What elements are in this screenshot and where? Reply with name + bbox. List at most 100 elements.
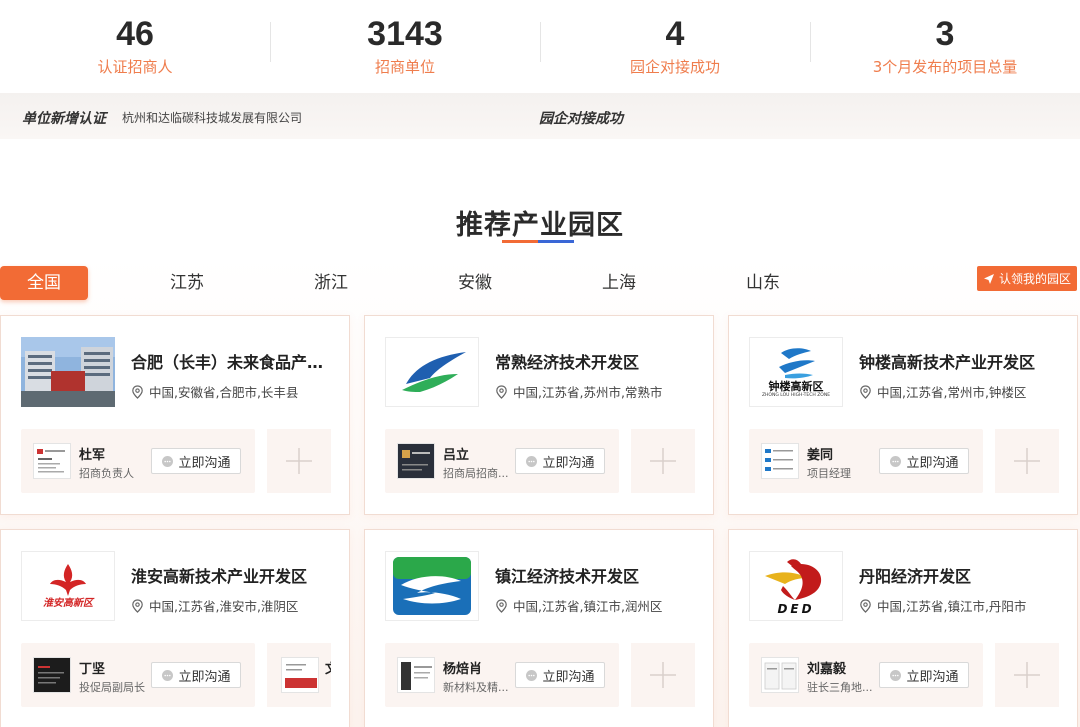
tab-jiangsu[interactable]: 江苏 [143, 266, 231, 300]
plus-icon [650, 448, 676, 474]
chat-bubble-icon [890, 455, 902, 467]
tab-national[interactable]: 全国 [0, 266, 88, 300]
park-location-text: 中国,安徽省,合肥市,长丰县 [149, 385, 299, 400]
claim-park-button[interactable]: 认领我的园区 [977, 266, 1077, 291]
park-name[interactable]: 合肥（长丰）未来食品产业园 [131, 349, 336, 373]
stat-certified-investors: 46 认证招商人 [0, 0, 270, 93]
chat-now-button[interactable]: 立即沟通 [515, 448, 605, 474]
business-card-thumbnail [761, 443, 799, 479]
changshu-logo-icon [402, 352, 466, 392]
chat-now-button[interactable]: 立即沟通 [515, 662, 605, 688]
claim-park-label: 认领我的园区 [998, 272, 1071, 286]
tab-shandong[interactable]: 山东 [719, 266, 807, 300]
plus-icon [650, 662, 676, 688]
park-location-text: 中国,江苏省,常州市,钟楼区 [877, 385, 1027, 400]
title-underline [502, 240, 574, 243]
park-logo: 钟楼高新区 ZHONG LOU HIGH-TECH ZONE [749, 337, 843, 407]
add-contact-button[interactable] [631, 643, 695, 707]
chat-now-label: 立即沟通 [906, 669, 959, 685]
contact-name: 杨焙肖 [443, 662, 483, 677]
park-name[interactable]: 镇江经济技术开发区 [495, 563, 700, 587]
logo-text: DED [777, 602, 815, 616]
park-name[interactable]: 丹阳经济开发区 [859, 563, 1064, 587]
chat-now-button[interactable]: 立即沟通 [879, 662, 969, 688]
chat-now-button[interactable]: 立即沟通 [151, 662, 241, 688]
location-pin-icon [496, 598, 507, 613]
contact-name: 姜同 [807, 448, 834, 463]
logo-text: 淮安高新区 [43, 598, 93, 609]
park-card[interactable]: 钟楼高新区 ZHONG LOU HIGH-TECH ZONE 钟楼高新技术产业开… [728, 315, 1078, 515]
park-name[interactable]: 常熟经济技术开发区 [495, 349, 700, 373]
tab-zhejiang[interactable]: 浙江 [287, 266, 375, 300]
stat-label: 认证招商人 [97, 58, 173, 76]
location-pin-icon [860, 384, 871, 399]
contact-role: 投促局副局长 [79, 681, 145, 694]
park-card[interactable]: 淮安高新区 淮安高新技术产业开发区 中国,江苏省,淮安市,淮阴区 丁坚 投促局副… [0, 529, 350, 727]
tab-anhui[interactable]: 安徽 [431, 266, 519, 300]
park-card[interactable]: 常熟经济技术开发区 中国,江苏省,苏州市,常熟市 吕立 招商局招商... 立即沟… [364, 315, 714, 515]
plus-icon [286, 448, 312, 474]
park-name[interactable]: 淮安高新技术产业开发区 [131, 563, 336, 587]
contact-panel: 刘嘉毅 驻长三角地... 立即沟通 [749, 643, 983, 707]
stat-value: 3143 [367, 15, 443, 53]
chat-now-label: 立即沟通 [906, 455, 959, 471]
chat-now-label: 立即沟通 [542, 669, 595, 685]
news-left-text[interactable]: 杭州和达临碳科技城发展有限公司 [122, 109, 302, 126]
news-right-title: 园企对接成功 [539, 111, 623, 127]
news-ticker: 单位新增认证 杭州和达临碳科技城发展有限公司 园企对接成功 [0, 93, 1080, 139]
danyang-logo-icon [765, 559, 822, 600]
section-title: 推荐产业园区 [456, 210, 624, 241]
tab-shanghai[interactable]: 上海 [575, 266, 663, 300]
stat-projects-3-months: 3 3个月发布的项目总量 [810, 0, 1080, 93]
stat-value: 4 [665, 15, 685, 53]
park-logo: 淮安高新区 [21, 551, 115, 621]
park-logo [385, 551, 479, 621]
business-card-thumbnail [33, 443, 71, 479]
chat-now-label: 立即沟通 [178, 455, 231, 471]
contact-panel: 杨焙肖 新材料及精... 立即沟通 [385, 643, 619, 707]
add-contact-button[interactable] [995, 429, 1059, 493]
business-card-thumbnail [397, 657, 435, 693]
add-contact-button[interactable] [267, 429, 331, 493]
stats-bar: 46 认证招商人 3143 招商单位 4 园企对接成功 3 3个月发布的项目总量 [0, 0, 1080, 93]
contact-role: 招商局招商... [443, 467, 509, 480]
chat-now-button[interactable]: 立即沟通 [151, 448, 241, 474]
park-location: 中国,安徽省,合肥市,长丰县 [131, 382, 298, 401]
huaian-logo-icon [50, 564, 86, 596]
news-left-title: 单位新增认证 [22, 111, 106, 127]
contact-role: 驻长三角地... [807, 681, 873, 694]
park-card[interactable]: DED 丹阳经济开发区 中国,江苏省,镇江市,丹阳市 刘嘉毅 驻长三角地... … [728, 529, 1078, 727]
park-location: 中国,江苏省,镇江市,润州区 [495, 596, 662, 615]
add-contact-button[interactable] [631, 429, 695, 493]
contact-role: 项目经理 [807, 467, 851, 480]
stat-value: 3 [935, 15, 955, 53]
park-card[interactable]: 合肥（长丰）未来食品产业园 中国,安徽省,合肥市,长丰县 杜军 招商负责人 立即… [0, 315, 350, 515]
business-card-thumbnail [761, 657, 799, 693]
zhenjiang-logo-icon [393, 557, 471, 615]
logo-subtext: ZHONG LOU HIGH-TECH ZONE [761, 393, 831, 398]
plus-icon [1014, 448, 1040, 474]
second-contact-preview[interactable]: 文 [267, 643, 331, 707]
location-pin-icon [860, 598, 871, 613]
park-name[interactable]: 钟楼高新技术产业开发区 [859, 349, 1064, 373]
stat-value: 46 [116, 15, 154, 53]
location-pin-icon [132, 384, 143, 399]
park-card[interactable]: 镇江经济技术开发区 中国,江苏省,镇江市,润州区 杨焙肖 新材料及精... 立即… [364, 529, 714, 727]
park-logo [385, 337, 479, 407]
park-photo [21, 337, 115, 407]
contact-panel: 吕立 招商局招商... 立即沟通 [385, 429, 619, 493]
stat-label: 招商单位 [374, 58, 435, 76]
add-contact-button[interactable] [995, 643, 1059, 707]
park-location-text: 中国,江苏省,苏州市,常熟市 [513, 385, 663, 400]
location-pin-icon [132, 598, 143, 613]
stat-investment-units: 3143 招商单位 [270, 0, 540, 93]
park-location: 中国,江苏省,淮安市,淮阴区 [131, 596, 298, 615]
send-icon [983, 273, 994, 284]
business-card-thumbnail [33, 657, 71, 693]
contact-panel: 杜军 招商负责人 立即沟通 [21, 429, 255, 493]
contact-name: 文 [325, 658, 331, 677]
business-card-thumbnail [281, 657, 319, 693]
chat-now-label: 立即沟通 [542, 455, 595, 471]
chat-now-button[interactable]: 立即沟通 [879, 448, 969, 474]
contact-role: 新材料及精... [443, 681, 509, 694]
